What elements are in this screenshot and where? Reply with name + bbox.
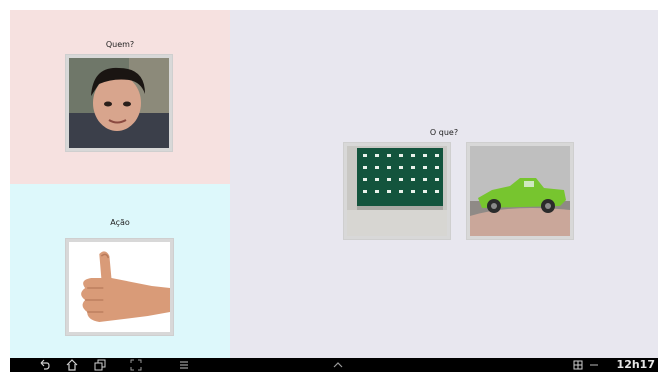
what-label: O que? <box>429 128 459 137</box>
what-panel[interactable]: O que? <box>230 10 658 358</box>
up-chevron-icon[interactable] <box>332 359 344 371</box>
who-card[interactable] <box>65 54 173 152</box>
boy-photo <box>69 58 169 148</box>
back-icon[interactable] <box>38 359 50 371</box>
recent-apps-icon[interactable] <box>94 359 106 371</box>
who-panel[interactable]: Quem? <box>10 10 230 184</box>
what-card-1[interactable] <box>343 142 451 240</box>
action-card[interactable] <box>65 238 174 336</box>
home-icon[interactable] <box>66 359 78 371</box>
system-navigation-bar: 12h17 <box>10 358 658 372</box>
green-board-photo <box>347 146 447 236</box>
screenshot-icon[interactable] <box>130 359 142 371</box>
who-label: Quem? <box>105 40 135 49</box>
app-screen: Quem? Ação O que? <box>10 10 658 358</box>
what-card-2[interactable] <box>466 142 574 240</box>
clock-time: 12h17 <box>616 358 655 371</box>
thumbs-up-photo <box>69 242 170 332</box>
action-label: Ação <box>110 218 130 227</box>
minus-icon <box>588 359 600 371</box>
action-panel[interactable]: Ação <box>10 184 230 358</box>
green-toy-car-photo <box>470 146 570 236</box>
menu-icon[interactable] <box>178 359 190 371</box>
gallery-icon <box>572 359 584 371</box>
